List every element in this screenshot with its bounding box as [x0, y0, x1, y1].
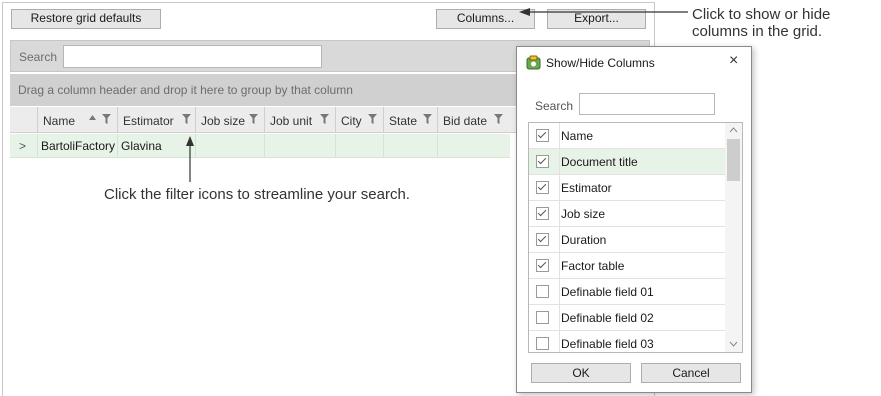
filter-icon[interactable]	[423, 114, 432, 124]
sort-ascending-icon[interactable]	[89, 115, 96, 120]
list-scrollbar[interactable]	[725, 123, 742, 352]
list-item[interactable]: Document title	[529, 149, 725, 181]
filter-callout: Click the filter icons to streamline you…	[104, 186, 410, 203]
column-header-state-label: State	[389, 114, 418, 128]
list-item-label: Factor table	[561, 259, 625, 273]
scrollbar-thumb[interactable]	[727, 139, 740, 181]
cell-name[interactable]: BartoliFactory	[38, 134, 118, 157]
checkbox[interactable]	[536, 181, 549, 194]
column-header-job-size-label: Job size	[201, 114, 246, 128]
column-header-estimator-label: Estimator	[123, 114, 174, 128]
column-header-city[interactable]: City	[336, 107, 384, 132]
list-item-label: Estimator	[561, 181, 612, 195]
columns-app-icon	[526, 55, 541, 70]
checkbox[interactable]	[536, 259, 549, 272]
checkbox[interactable]	[536, 155, 549, 168]
column-checklist: Name Document title Estimator Job size D…	[528, 122, 743, 353]
list-item[interactable]: Factor table	[529, 253, 725, 285]
list-item[interactable]: Duration	[529, 227, 725, 259]
list-item[interactable]: Definable field 02	[529, 305, 725, 337]
list-item[interactable]: Job size	[529, 201, 725, 233]
filter-icon[interactable]	[182, 114, 191, 124]
list-item-label: Definable field 01	[561, 285, 654, 299]
cancel-button[interactable]: Cancel	[641, 363, 741, 383]
checkbox[interactable]	[536, 337, 549, 350]
group-hint-text: Drag a column header and drop it here to…	[18, 83, 353, 97]
cell-estimator[interactable]: Glavina	[118, 134, 196, 157]
list-item-label: Duration	[561, 233, 607, 247]
list-item[interactable]: Name	[529, 123, 725, 155]
list-item-label: Definable field 02	[561, 311, 654, 325]
ok-button[interactable]: OK	[531, 363, 631, 383]
column-header-job-unit-label: Job unit	[270, 114, 313, 128]
list-item[interactable]: Definable field 03	[529, 331, 725, 352]
header-expander-cell	[10, 107, 38, 132]
column-header-estimator[interactable]: Estimator	[118, 107, 196, 132]
checkbox[interactable]	[536, 285, 549, 298]
filter-icon[interactable]	[102, 114, 111, 124]
restore-grid-defaults-button[interactable]: Restore grid defaults	[11, 9, 161, 29]
row-expander-icon[interactable]: >	[10, 134, 38, 157]
checkbox[interactable]	[536, 311, 549, 324]
column-header-job-size[interactable]: Job size	[196, 107, 265, 132]
column-header-bid-date-label: Bid date	[443, 114, 488, 128]
list-item-label: Job size	[561, 207, 606, 221]
column-header-state[interactable]: State	[384, 107, 438, 132]
checkbox[interactable]	[536, 129, 549, 142]
cell-bid-date[interactable]	[438, 134, 510, 157]
columns-button[interactable]: Columns...	[436, 9, 535, 29]
filter-icon[interactable]	[320, 114, 329, 124]
search-input[interactable]	[63, 45, 322, 68]
checkbox[interactable]	[536, 233, 549, 246]
close-icon[interactable]: ×	[729, 52, 738, 70]
list-item-label: Definable field 03	[561, 337, 654, 351]
column-header-job-unit[interactable]: Job unit	[265, 107, 336, 132]
list-item-label: Document title	[561, 155, 638, 169]
cell-state[interactable]	[384, 134, 438, 157]
filter-icon[interactable]	[368, 114, 377, 124]
list-item-label: Name	[561, 129, 594, 143]
list-item[interactable]: Estimator	[529, 175, 725, 207]
checkbox[interactable]	[536, 207, 549, 220]
columns-callout: Click to show or hide columns in the gri…	[692, 6, 830, 40]
table-row[interactable]: > BartoliFactory Glavina	[10, 134, 510, 158]
columns-callout-line2: columns in the grid.	[692, 23, 823, 40]
scroll-up-icon[interactable]	[729, 127, 738, 133]
columns-callout-line1: Click to show or hide	[692, 6, 831, 23]
scroll-down-icon[interactable]	[729, 341, 738, 347]
list-item[interactable]: Definable field 01	[529, 279, 725, 311]
dialog-title: Show/Hide Columns	[546, 56, 655, 70]
dialog-search-label: Search	[535, 99, 574, 113]
filter-icon[interactable]	[494, 114, 503, 124]
column-header-city-label: City	[341, 114, 362, 128]
column-header-bid-date[interactable]: Bid date	[438, 107, 520, 132]
column-header-name[interactable]: Name	[38, 107, 118, 132]
filter-icon[interactable]	[249, 114, 258, 124]
cell-city[interactable]	[336, 134, 384, 157]
cell-job-size[interactable]	[196, 134, 265, 157]
export-button[interactable]: Export...	[547, 9, 646, 29]
column-header-name-label: Name	[43, 114, 76, 128]
dialog-search-input[interactable]	[579, 93, 715, 115]
show-hide-columns-dialog: Show/Hide Columns × Search Name Document…	[516, 46, 752, 393]
search-label: Search	[19, 50, 58, 64]
cell-job-unit[interactable]	[265, 134, 336, 157]
